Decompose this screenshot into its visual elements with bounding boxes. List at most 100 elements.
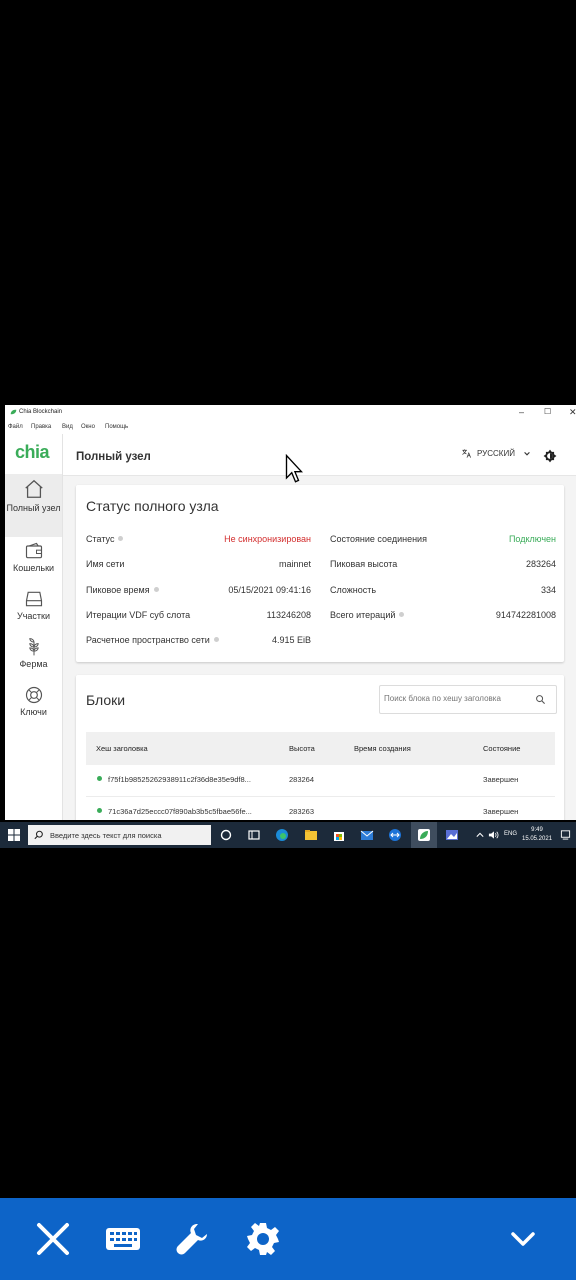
sidebar-item-plots[interactable]: Участки: [5, 589, 62, 633]
maximize-button[interactable]: ☐: [544, 406, 551, 418]
translate-icon: [462, 449, 471, 458]
sidebar-item-label: Ферма: [19, 659, 48, 669]
edge-browser-icon[interactable]: [275, 828, 289, 842]
page-header: Полный узел РУССКИЙ: [63, 434, 576, 476]
sidebar-item-label: Полный узел: [6, 503, 61, 513]
total-iterations-value: 914742281008: [495, 610, 556, 620]
column-header-state[interactable]: Состояние: [483, 744, 520, 753]
home-icon: [24, 479, 43, 498]
peak-time-value: 05/15/2021 09:41:16: [228, 585, 311, 595]
chevron-down-icon[interactable]: [505, 1221, 541, 1257]
keys-icon: [25, 686, 42, 704]
file-explorer-icon[interactable]: [304, 828, 318, 842]
info-icon[interactable]: [118, 536, 124, 541]
remote-toolbar: [0, 1198, 576, 1280]
sidebar-item-keys[interactable]: Ключи: [5, 685, 62, 729]
page-title: Полный узел: [76, 451, 151, 463]
block-state: Завершен: [483, 775, 519, 784]
chevron-up-icon[interactable]: [476, 831, 484, 839]
full-node-status-card: Статус полного узла Статус Не синхронизи…: [76, 485, 564, 662]
info-icon[interactable]: [153, 587, 159, 592]
teamviewer-icon[interactable]: [388, 828, 402, 842]
sidebar-item-full-node[interactable]: Полный узел: [5, 474, 62, 537]
windows-taskbar: Введите здесь текст для поиска ENG 9:49 …: [0, 822, 576, 848]
task-view-icon[interactable]: [247, 828, 261, 842]
total-iterations-label: Всего итераций: [330, 610, 405, 620]
blocks-table-header: Хеш заголовка Высота Время создания Сост…: [86, 732, 555, 765]
block-search-input[interactable]: [384, 691, 524, 706]
taskbar-chia-app[interactable]: [411, 822, 437, 848]
mouse-cursor-icon: [285, 454, 303, 483]
theme-toggle-icon[interactable]: [543, 449, 557, 463]
volume-icon[interactable]: [488, 830, 499, 840]
table-row[interactable]: f75f1b98525262938911c2f36d8e35e9df8... 2…: [86, 765, 555, 797]
netspace-value: 4.915 EiB: [271, 635, 311, 645]
taskbar-search-box[interactable]: Введите здесь текст для поиска: [28, 825, 211, 845]
network-name-value: mainnet: [278, 559, 311, 569]
menu-file[interactable]: Файл: [8, 424, 23, 430]
plot-icon: [25, 591, 42, 607]
clock-time: 9:49: [531, 827, 543, 833]
sidebar: chia Полный узел Кошельки Участки Ферма …: [5, 434, 63, 820]
window-title: Chia Blockchain: [19, 409, 63, 415]
search-icon: [34, 830, 43, 840]
peak-height-label: Пиковая высота: [330, 559, 398, 569]
input-language-indicator[interactable]: ENG: [504, 831, 517, 837]
wallet-icon: [25, 542, 42, 559]
chia-app-icon: [418, 829, 430, 841]
finished-status-dot: [97, 776, 102, 781]
windows-start-icon[interactable]: [8, 829, 20, 841]
column-header-height[interactable]: Высота: [289, 744, 315, 753]
photos-app-icon[interactable]: [445, 828, 459, 842]
farm-icon: [28, 638, 39, 656]
close-window-button[interactable]: ✕: [569, 406, 576, 418]
connection-state-value: Подключен: [508, 534, 556, 544]
block-height: 283264: [289, 775, 315, 784]
menu-bar: Файл Правка Вид Окно Помощь: [5, 420, 576, 434]
sidebar-item-label: Ключи: [20, 707, 47, 717]
keyboard-icon[interactable]: [105, 1221, 141, 1257]
store-icon[interactable]: [332, 828, 346, 842]
gear-icon[interactable]: [245, 1221, 281, 1257]
sidebar-item-wallets[interactable]: Кошельки: [5, 541, 62, 585]
status-label: Статус: [86, 534, 124, 544]
title-bar: Chia Blockchain – ☐ ✕: [5, 405, 576, 420]
cortana-icon[interactable]: [219, 828, 233, 842]
notifications-icon[interactable]: [560, 829, 571, 840]
menu-window[interactable]: Окно: [81, 424, 95, 430]
taskbar-search-placeholder: Введите здесь текст для поиска: [50, 831, 162, 840]
chia-leaf-icon: [10, 409, 17, 415]
clock-date: 15.05.2021: [522, 836, 553, 842]
menu-help[interactable]: Помощь: [105, 424, 128, 430]
chia-logo: chia: [15, 442, 50, 462]
difficulty-value: 334: [540, 585, 556, 595]
connection-state-label: Состояние соединения: [330, 534, 427, 544]
language-label: РУССКИЙ: [477, 449, 515, 458]
blocks-card: Блоки Хеш заголовка Высота Время создани…: [76, 675, 564, 820]
sidebar-item-label: Кошельки: [12, 563, 55, 573]
block-hash[interactable]: 71c36a7d25eccc07f890ab3b5c5fbae56fe...: [108, 807, 252, 816]
column-header-hash[interactable]: Хеш заголовка: [96, 744, 148, 753]
sidebar-item-label: Участки: [17, 611, 50, 621]
block-hash[interactable]: f75f1b98525262938911c2f36d8e35e9df8...: [108, 775, 251, 784]
finished-status-dot: [97, 808, 102, 813]
close-icon[interactable]: [35, 1221, 71, 1257]
column-header-time[interactable]: Время создания: [354, 744, 411, 753]
table-row[interactable]: 71c36a7d25eccc07f890ab3b5c5fbae56fe... 2…: [86, 797, 555, 820]
menu-edit[interactable]: Правка: [31, 424, 51, 430]
block-height: 283263: [289, 807, 315, 816]
menu-view[interactable]: Вид: [62, 424, 73, 430]
block-search-field[interactable]: [379, 685, 557, 714]
minimize-button[interactable]: –: [519, 406, 524, 418]
wrench-icon[interactable]: [175, 1221, 211, 1257]
taskbar-clock[interactable]: 9:49 15.05.2021: [522, 826, 552, 844]
sidebar-item-farm[interactable]: Ферма: [5, 637, 62, 681]
card-title: Статус полного узла: [86, 498, 219, 514]
difficulty-label: Сложность: [330, 585, 377, 595]
info-icon[interactable]: [399, 612, 405, 617]
vdf-iterations-label: Итерации VDF суб слота: [86, 610, 191, 620]
network-name-label: Имя сети: [86, 559, 125, 569]
peak-time-label: Пиковое время: [86, 585, 159, 595]
search-icon[interactable]: [535, 694, 546, 705]
mail-icon[interactable]: [360, 828, 374, 842]
